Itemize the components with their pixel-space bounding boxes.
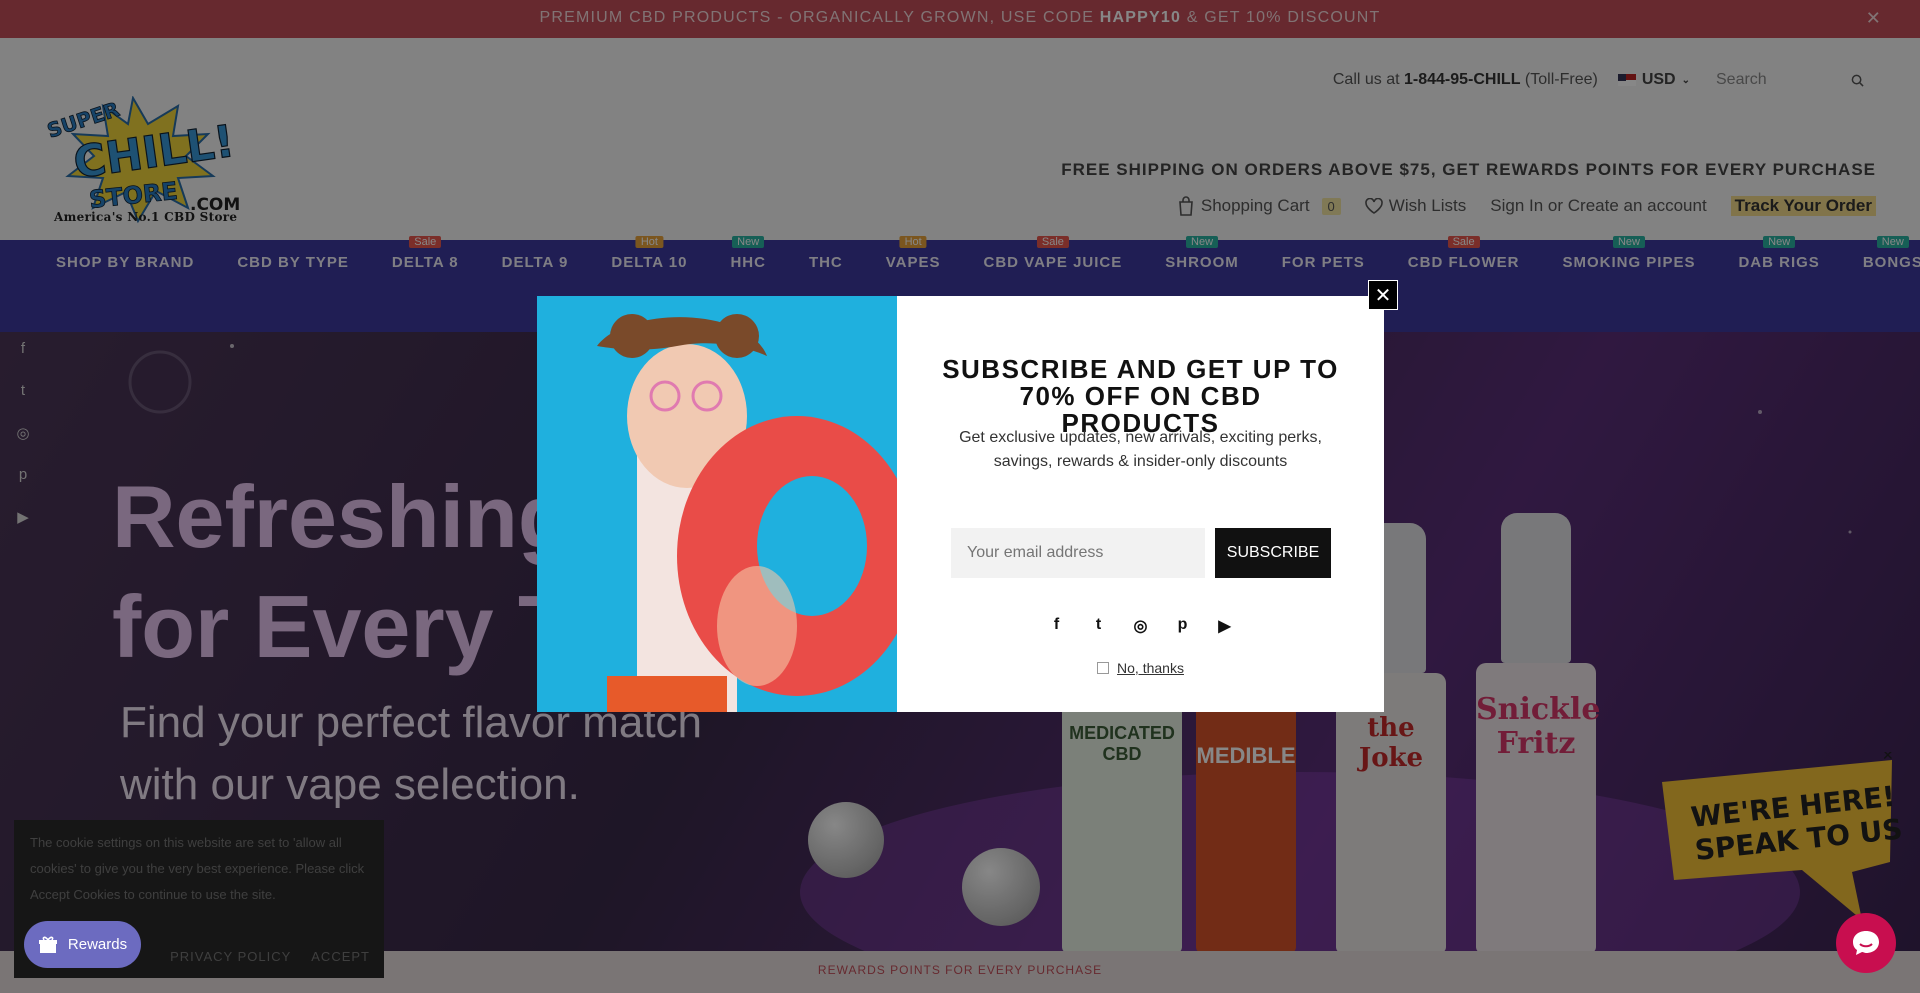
rewards-button[interactable]: Rewards xyxy=(24,921,141,968)
woman-with-donut-float-image xyxy=(537,296,897,712)
twitter-icon[interactable]: t xyxy=(1089,616,1109,636)
instagram-icon[interactable]: ◎ xyxy=(1131,616,1151,636)
no-thanks-checkbox[interactable] xyxy=(1097,662,1110,674)
modal-title: SUBSCRIBE AND GET UP TO 70% OFF ON CBD P… xyxy=(942,354,1339,438)
modal-promo-image xyxy=(537,296,897,712)
modal-close-icon[interactable]: ✕ xyxy=(1368,280,1398,310)
subscribe-button[interactable]: SUBSCRIBE xyxy=(1215,528,1331,578)
modal-content: SUBSCRIBE AND GET UP TO 70% OFF ON CBD P… xyxy=(897,296,1384,712)
rewards-label: Rewards xyxy=(67,936,128,953)
no-thanks-label[interactable]: No, thanks xyxy=(1117,660,1184,676)
email-field[interactable] xyxy=(951,528,1205,578)
chat-button[interactable] xyxy=(1836,913,1896,973)
chat-bubble-icon xyxy=(1853,931,1879,955)
youtube-icon[interactable]: ▶ xyxy=(1215,616,1235,636)
subscribe-modal: SUBSCRIBE AND GET UP TO 70% OFF ON CBD P… xyxy=(537,296,1384,712)
pinterest-icon[interactable]: p xyxy=(1173,616,1193,636)
gift-icon xyxy=(38,936,57,953)
modal-description: Get exclusive updates, new arrivals, exc… xyxy=(959,429,1322,470)
no-thanks-option[interactable]: No, thanks xyxy=(897,660,1384,676)
facebook-icon[interactable]: f xyxy=(1047,616,1067,636)
modal-social-icons: f t ◎ p ▶ xyxy=(897,616,1384,636)
